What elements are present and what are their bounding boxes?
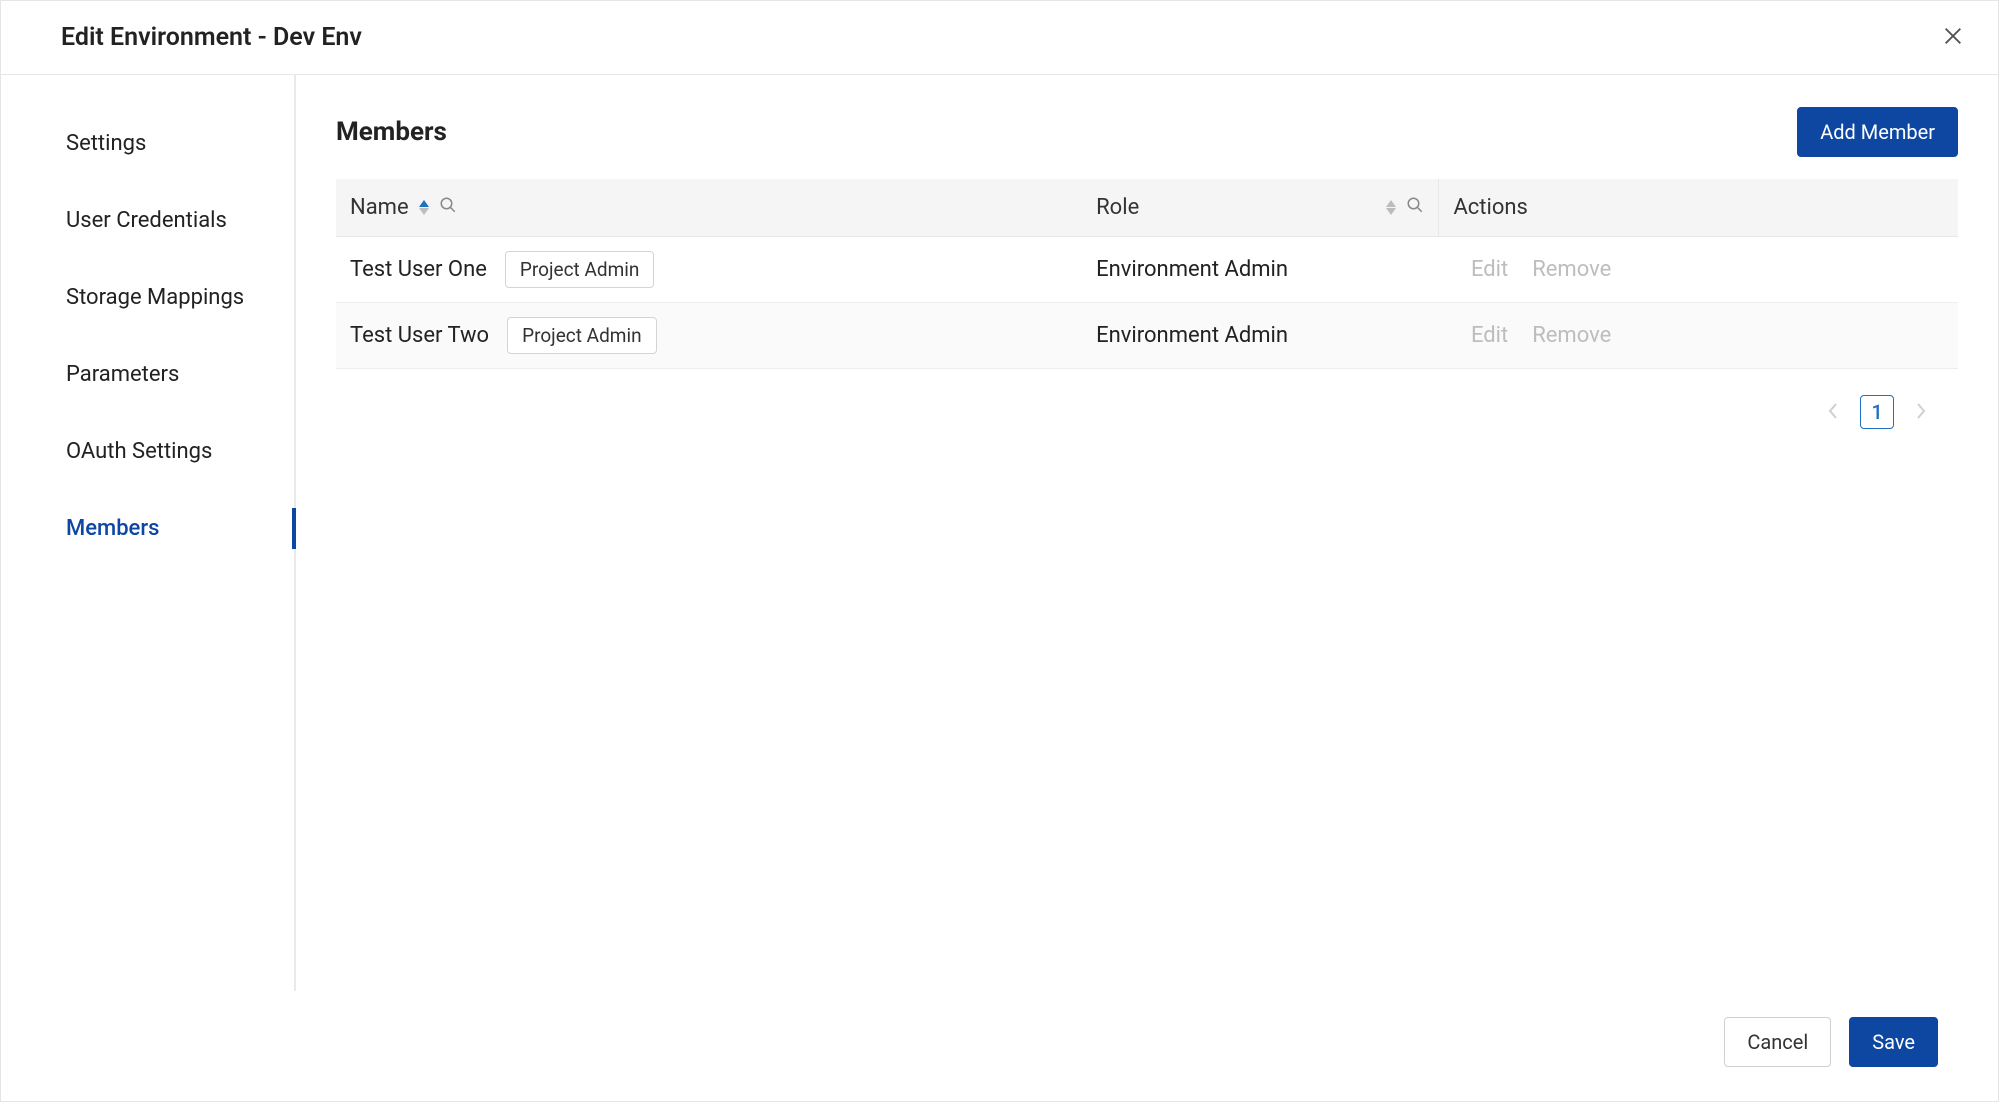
table-row: Test User One Project Admin Environment … <box>336 237 1958 303</box>
pagination-page-1[interactable]: 1 <box>1860 395 1894 429</box>
member-chip: Project Admin <box>507 317 656 354</box>
sidebar-item-settings[interactable]: Settings <box>66 105 294 182</box>
column-header-role[interactable]: Role <box>1082 179 1439 237</box>
search-icon[interactable] <box>439 195 457 220</box>
chevron-left-icon <box>1828 400 1838 424</box>
column-header-name[interactable]: Name <box>336 179 1082 237</box>
sidebar-item-members[interactable]: Members <box>66 490 294 567</box>
member-chip: Project Admin <box>505 251 654 288</box>
table-header-row: Name <box>336 179 1958 237</box>
member-role: Environment Admin <box>1082 303 1439 369</box>
sidebar: Settings User Credentials Storage Mappin… <box>1 75 296 991</box>
modal-header: Edit Environment - Dev Env <box>1 1 1998 75</box>
member-role: Environment Admin <box>1082 237 1439 303</box>
modal-footer: Cancel Save <box>1 991 1998 1101</box>
column-header-actions: Actions <box>1439 179 1958 237</box>
table-row: Test User Two Project Admin Environment … <box>336 303 1958 369</box>
main-panel: Members Add Member Name <box>296 75 1998 991</box>
sort-icon[interactable] <box>1386 200 1396 215</box>
sidebar-item-user-credentials[interactable]: User Credentials <box>66 182 294 259</box>
add-member-button[interactable]: Add Member <box>1797 107 1958 157</box>
pagination-prev[interactable] <box>1816 395 1850 429</box>
sidebar-item-parameters[interactable]: Parameters <box>66 336 294 413</box>
member-name: Test User One <box>350 257 487 282</box>
edit-environment-modal: Edit Environment - Dev Env Settings User… <box>0 0 1999 1102</box>
edit-link[interactable]: Edit <box>1471 323 1508 348</box>
search-icon[interactable] <box>1406 195 1424 220</box>
column-header-role-label: Role <box>1096 195 1139 220</box>
close-button[interactable] <box>1936 19 1970 56</box>
remove-link[interactable]: Remove <box>1532 323 1611 348</box>
cancel-button[interactable]: Cancel <box>1724 1017 1831 1067</box>
pagination-next[interactable] <box>1904 395 1938 429</box>
column-header-actions-label: Actions <box>1453 195 1527 220</box>
sort-icon[interactable] <box>419 200 429 215</box>
close-icon <box>1942 25 1964 50</box>
save-button[interactable]: Save <box>1849 1017 1938 1067</box>
remove-link[interactable]: Remove <box>1532 257 1611 282</box>
main-header: Members Add Member <box>336 107 1958 157</box>
chevron-right-icon <box>1916 400 1926 424</box>
modal-body: Settings User Credentials Storage Mappin… <box>1 75 1998 991</box>
members-table: Name <box>336 179 1958 369</box>
member-name: Test User Two <box>350 323 489 348</box>
modal-title: Edit Environment - Dev Env <box>61 23 362 52</box>
edit-link[interactable]: Edit <box>1471 257 1508 282</box>
column-header-name-label: Name <box>350 195 409 220</box>
pagination: 1 <box>336 395 1958 429</box>
sidebar-item-oauth-settings[interactable]: OAuth Settings <box>66 413 294 490</box>
section-title: Members <box>336 117 447 147</box>
sidebar-item-storage-mappings[interactable]: Storage Mappings <box>66 259 294 336</box>
